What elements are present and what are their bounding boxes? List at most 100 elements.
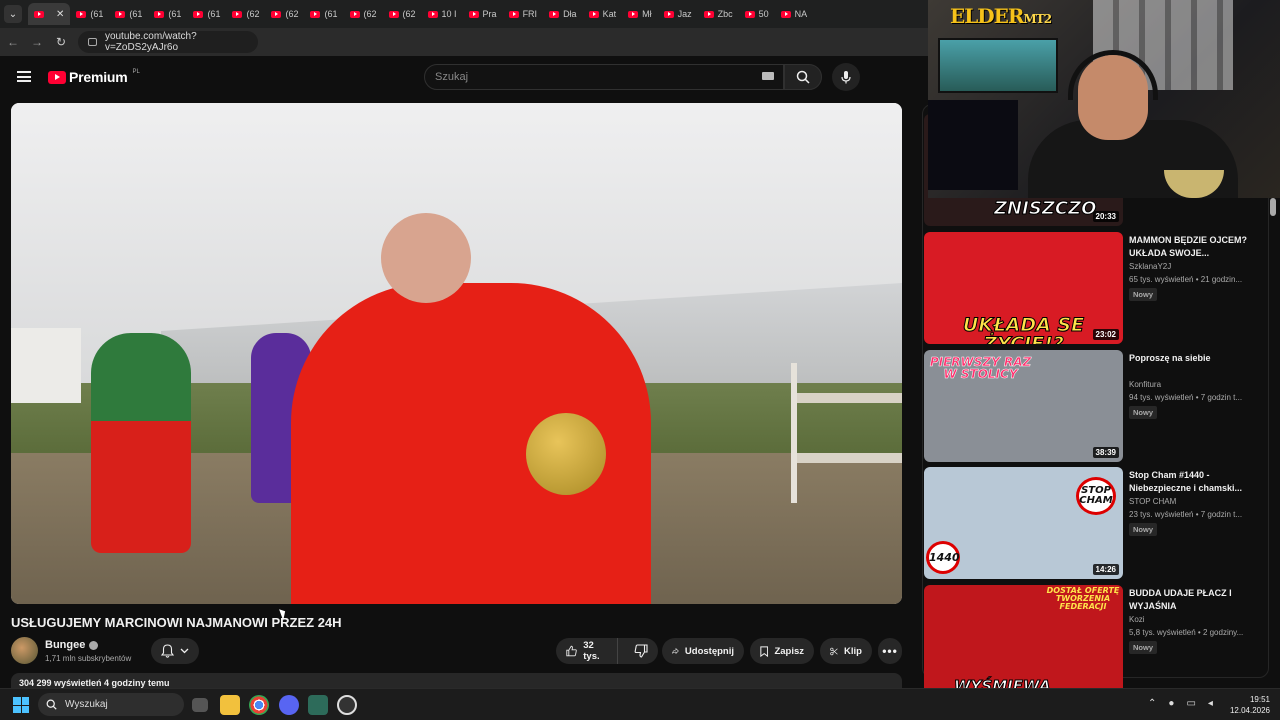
- search-button[interactable]: [784, 64, 822, 90]
- recommendation-title[interactable]: Poproszę na siebie: [1129, 352, 1249, 365]
- streamer-webcam: ELDERMT2: [928, 0, 1280, 198]
- browser-tab[interactable]: ✕: [28, 3, 71, 25]
- recommendation-title[interactable]: Stop Cham #1440 - Niebezpieczne i chamsk…: [1129, 469, 1249, 495]
- more-actions-button[interactable]: •••: [878, 638, 902, 664]
- description-box[interactable]: 304 299 wyświetleń 4 godziny temu: [11, 673, 902, 688]
- channel-name[interactable]: Bungee: [45, 639, 99, 651]
- like-button[interactable]: 32 tys.: [556, 638, 618, 664]
- recommendation-channel[interactable]: STOP CHAM: [1129, 497, 1176, 506]
- recommendation-item[interactable]: DOSTAŁ OFERTĘ TWORZENIA FEDERACJI WYŚMIEW…: [924, 585, 1264, 697]
- tab-label: Jaz: [677, 9, 692, 19]
- channel-avatar[interactable]: [11, 637, 38, 664]
- video-duration: 20:33: [1092, 211, 1119, 222]
- video-player[interactable]: [11, 103, 902, 604]
- browser-tab[interactable]: (61: [109, 3, 148, 25]
- file-explorer-icon[interactable]: [220, 695, 240, 715]
- youtube-favicon-icon: [193, 10, 204, 18]
- recommendation-thumbnail[interactable]: DOSTAŁ OFERTĘ TWORZENIA FEDERACJI WYŚMIEW…: [924, 585, 1123, 697]
- recommendation-thumbnail[interactable]: PIERWSZY RAZ W STOLICY 38:39: [924, 350, 1123, 462]
- browser-tab[interactable]: 10 I: [422, 3, 463, 25]
- browser-tab[interactable]: (62: [344, 3, 383, 25]
- youtube-favicon-icon: [115, 10, 126, 18]
- youtube-premium-logo[interactable]: Premium PL: [48, 69, 140, 85]
- tab-label: Dła: [563, 9, 577, 19]
- volume-icon[interactable]: ◂: [1208, 698, 1213, 709]
- browser-tab[interactable]: Dła: [543, 3, 583, 25]
- search-icon: [46, 699, 57, 710]
- recommendation-item[interactable]: UKŁADA SE ŻYCIE!? 23:02 MAMMON BĘDZIE OJCE…: [924, 232, 1264, 344]
- keyboard-icon[interactable]: [762, 72, 774, 80]
- back-icon[interactable]: ←: [6, 35, 20, 49]
- browser-tab[interactable]: (61: [187, 3, 226, 25]
- youtube-favicon-icon: [628, 10, 639, 18]
- thumbnail-text-secondary: 1440: [926, 541, 960, 574]
- save-button[interactable]: Zapisz: [750, 638, 814, 664]
- recommendation-title[interactable]: MAMMON BĘDZIE OJCEM? UKŁADA SWOJE...: [1129, 234, 1249, 260]
- youtube-favicon-icon: [588, 10, 599, 18]
- network-icon[interactable]: ▭: [1186, 698, 1195, 709]
- system-tray: ⌃ ● ▭ ◂: [1148, 698, 1213, 709]
- browser-tab[interactable]: Jaz: [658, 3, 698, 25]
- recommendation-item[interactable]: STOP CHAM 1440 14:26 Stop Cham #1440 - Nieb…: [924, 467, 1264, 579]
- recommendation-channel[interactable]: Kozi: [1129, 615, 1145, 624]
- browser-tab[interactable]: Mł: [622, 3, 658, 25]
- taskbar-search[interactable]: Wyszukaj: [38, 693, 184, 716]
- task-view-icon[interactable]: [192, 698, 208, 712]
- chrome-icon[interactable]: [249, 695, 269, 715]
- app-icon[interactable]: [308, 695, 328, 715]
- site-info-icon[interactable]: [88, 38, 97, 46]
- close-tab-icon[interactable]: ✕: [56, 9, 64, 20]
- recommendation-channel[interactable]: SzklanaY2J: [1129, 262, 1171, 271]
- youtube-favicon-icon: [549, 10, 560, 18]
- voice-search-button[interactable]: [832, 63, 860, 91]
- browser-tab[interactable]: Zbc: [698, 3, 739, 25]
- youtube-favicon-icon: [468, 10, 479, 18]
- tab-label: (61: [168, 9, 182, 19]
- recommendation-item[interactable]: PIERWSZY RAZ W STOLICY 38:39 Poproszę na s…: [924, 350, 1264, 462]
- tab-label: (62: [246, 9, 260, 19]
- tab-search-menu-button[interactable]: ⌄: [4, 5, 22, 23]
- discord-icon[interactable]: [279, 695, 299, 715]
- url-field[interactable]: youtube.com/watch?v=ZoDS2yAJr6o: [78, 31, 258, 53]
- recommendation-thumbnail[interactable]: STOP CHAM 1440 14:26: [924, 467, 1123, 579]
- share-button[interactable]: Udostępnij: [662, 638, 744, 664]
- tab-label: FRI: [522, 9, 538, 19]
- browser-tab[interactable]: Kat: [583, 3, 623, 25]
- clip-button[interactable]: Klip: [820, 638, 872, 664]
- microphone-icon[interactable]: ●: [1168, 698, 1174, 709]
- forward-icon[interactable]: →: [30, 35, 44, 49]
- browser-tab[interactable]: (61: [304, 3, 343, 25]
- share-icon: [672, 647, 679, 655]
- browser-tab[interactable]: (61: [148, 3, 187, 25]
- notification-bell-button[interactable]: [151, 638, 199, 664]
- chevron-up-icon[interactable]: ⌃: [1148, 698, 1156, 709]
- browser-tab[interactable]: (62: [265, 3, 304, 25]
- reload-icon[interactable]: ↻: [54, 35, 68, 49]
- youtube-favicon-icon: [34, 10, 44, 18]
- browser-tab[interactable]: 50: [739, 3, 775, 25]
- menu-icon[interactable]: [17, 71, 31, 82]
- recommendation-title[interactable]: BUDDA UDAJE PŁACZ I WYJAŚNIA "HEJTERÓW"?…: [1129, 587, 1249, 613]
- logo-text: Premium: [69, 69, 128, 85]
- taskbar-clock[interactable]: 19:51 12.04.2026: [1222, 694, 1270, 716]
- browser-tab[interactable]: (62: [226, 3, 265, 25]
- browser-tab[interactable]: (62: [383, 3, 422, 25]
- recommendation-meta: 94 tys. wyświetleń • 7 godzin t...: [1129, 393, 1243, 402]
- clip-label: Klip: [844, 645, 862, 657]
- windows-start-icon[interactable]: [13, 697, 29, 713]
- url-text: youtube.com/watch?v=ZoDS2yAJr6o: [104, 31, 197, 53]
- video-frame-head: [381, 213, 471, 303]
- recommendation-channel[interactable]: Konfitura: [1129, 380, 1161, 389]
- browser-tab[interactable]: (61: [70, 3, 109, 25]
- search-input[interactable]: Szukaj: [424, 64, 784, 90]
- sidebar-scrollbar[interactable]: [1270, 198, 1276, 216]
- thumbnail-text: STOP CHAM: [1076, 477, 1116, 515]
- browser-tab[interactable]: Pra: [463, 3, 503, 25]
- obs-icon[interactable]: [337, 695, 357, 715]
- streamer-logo: ELDERMT2: [950, 4, 1052, 28]
- youtube-favicon-icon: [232, 10, 243, 18]
- dislike-button[interactable]: [624, 638, 658, 664]
- browser-tab[interactable]: FRI: [503, 3, 544, 25]
- recommendation-thumbnail[interactable]: UKŁADA SE ŻYCIE!? 23:02: [924, 232, 1123, 344]
- browser-tab[interactable]: NA: [775, 3, 814, 25]
